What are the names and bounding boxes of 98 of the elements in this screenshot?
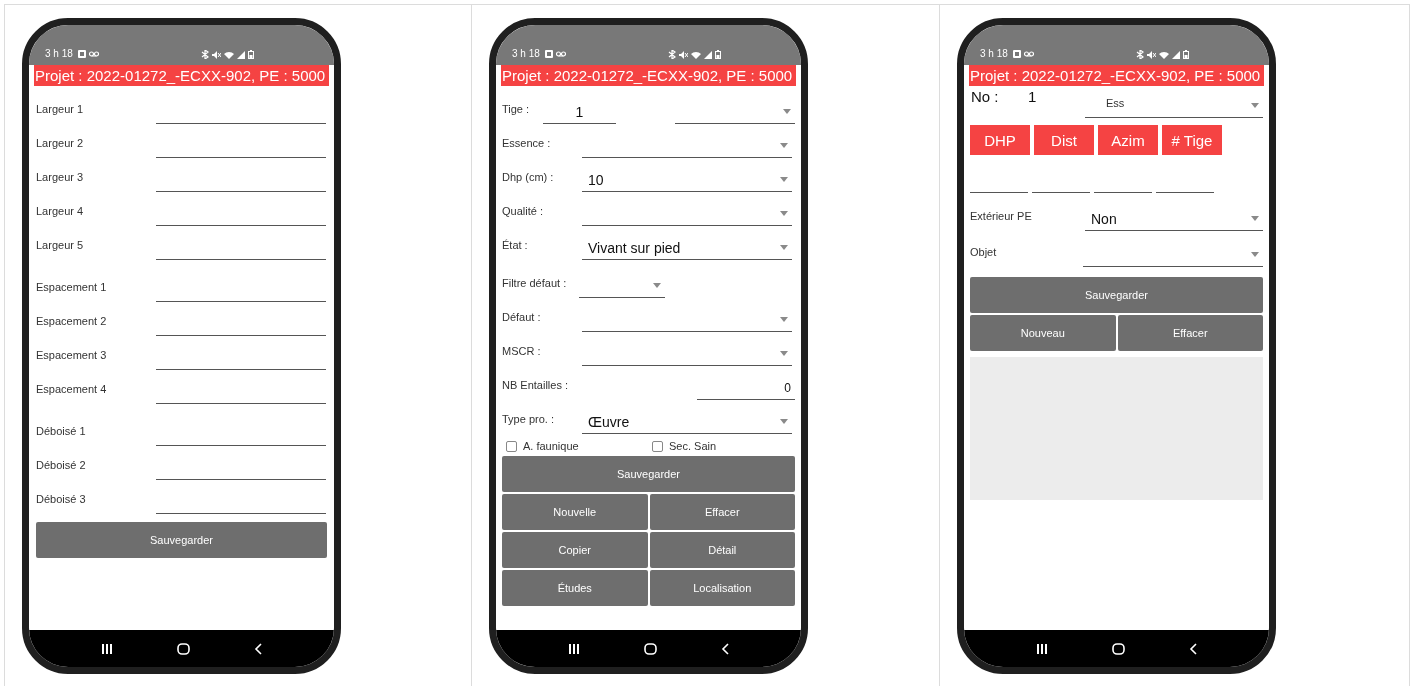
caret-icon — [780, 177, 788, 182]
field-label: Déboisé 2 — [36, 459, 87, 473]
measure-button[interactable]: Dist — [1034, 125, 1094, 155]
status-time: 3 h 18 — [980, 48, 1008, 59]
caret-icon — [653, 283, 661, 288]
field-label: Ess — [1106, 97, 1126, 109]
field-label: Type pro. : — [502, 413, 555, 427]
battery-icon — [248, 50, 254, 59]
caret-icon — [780, 351, 788, 356]
caret-icon — [780, 419, 788, 424]
image-icon — [77, 49, 86, 58]
caret-icon — [780, 211, 788, 216]
project-header: Projet : 2022-01272_-ECXX-902, PE : 5000 — [969, 65, 1264, 86]
dropdown-field[interactable]: 10 — [582, 168, 792, 192]
action-button[interactable]: Copier — [502, 532, 648, 568]
action-button[interactable]: Détail — [649, 532, 795, 568]
project-header: Projet : 2022-01272_-ECXX-902, PE : 5000 — [501, 65, 796, 86]
caret-icon — [783, 109, 791, 114]
image-icon — [1012, 49, 1021, 58]
number-value: 1 — [1028, 88, 1037, 105]
action-button[interactable]: Localisation — [649, 570, 795, 606]
action-button[interactable]: Sauvegarder — [970, 277, 1263, 313]
voicemail-icon — [555, 50, 566, 57]
recent-apps-icon[interactable] — [1036, 642, 1048, 655]
field-label: Objet — [970, 246, 998, 260]
checkbox[interactable]: A. faunique — [506, 440, 652, 452]
signal-icon — [1172, 50, 1180, 59]
measure-button[interactable]: # Tige — [1162, 125, 1222, 155]
caret-icon — [780, 317, 788, 322]
caret-icon — [1251, 103, 1259, 108]
action-button[interactable]: Sauvegarder — [502, 456, 795, 492]
input-field[interactable]: 1 — [543, 100, 616, 124]
dropdown-field[interactable]: Vivant sur pied — [582, 236, 792, 260]
field-label: Filtre défaut : — [502, 277, 568, 291]
field-label: État : — [502, 239, 529, 253]
field-label: Déboisé 1 — [36, 425, 87, 439]
action-button[interactable]: Nouvelle — [502, 494, 648, 530]
mute-icon — [1147, 50, 1156, 59]
field-label: MSCR : — [502, 345, 542, 359]
back-icon[interactable] — [254, 642, 262, 655]
wifi-icon — [1159, 50, 1169, 59]
field-label: Défaut : — [502, 311, 542, 325]
checkbox[interactable]: Sec. Sain — [652, 440, 795, 452]
action-button[interactable]: Effacer — [649, 494, 795, 530]
voicemail-icon — [1023, 50, 1034, 57]
measure-button[interactable]: DHP — [970, 125, 1030, 155]
status-time: 3 h 18 — [45, 48, 73, 59]
field-label: Espacement 3 — [36, 349, 108, 363]
field-label: Déboisé 3 — [36, 493, 87, 507]
field-label: Largeur 1 — [36, 103, 85, 117]
field-label: NB Entailles : — [502, 379, 569, 393]
home-icon[interactable] — [1112, 642, 1125, 655]
project-header: Projet : 2022-01272_-ECXX-902, PE : 5000 — [34, 65, 329, 86]
bluetooth-icon — [1136, 50, 1144, 59]
recent-apps-icon[interactable] — [568, 642, 580, 655]
field-label: Essence : — [502, 137, 552, 151]
voicemail-icon — [88, 50, 99, 57]
wifi-icon — [691, 50, 701, 59]
signal-icon — [237, 50, 245, 59]
caret-icon — [1251, 252, 1259, 257]
home-icon[interactable] — [177, 642, 190, 655]
action-button[interactable]: Effacer — [1117, 315, 1263, 351]
field-label: Largeur 2 — [36, 137, 85, 151]
battery-icon — [715, 50, 721, 59]
battery-icon — [1183, 50, 1189, 59]
bluetooth-icon — [201, 50, 209, 59]
wifi-icon — [224, 50, 234, 59]
back-icon[interactable] — [721, 642, 729, 655]
status-time: 3 h 18 — [512, 48, 540, 59]
mute-icon — [212, 50, 221, 59]
field-label: Largeur 5 — [36, 239, 85, 253]
field-label: Extérieur PE — [970, 210, 1033, 224]
caret-icon — [1251, 216, 1259, 221]
bluetooth-icon — [668, 50, 676, 59]
home-icon[interactable] — [644, 642, 657, 655]
recent-apps-icon[interactable] — [101, 642, 113, 655]
measure-button[interactable]: Azim — [1098, 125, 1158, 155]
field-label: Tige : — [502, 103, 531, 117]
number-label: No : — [971, 88, 999, 105]
field-label: Espacement 2 — [36, 315, 108, 329]
field-label: Espacement 1 — [36, 281, 108, 295]
field-label: Qualité : — [502, 205, 544, 219]
back-icon[interactable] — [1189, 642, 1197, 655]
input-field[interactable]: 0 — [697, 376, 795, 400]
field-label: Espacement 4 — [36, 383, 108, 397]
image-icon — [544, 49, 553, 58]
action-button[interactable]: Études — [502, 570, 648, 606]
action-button[interactable]: Sauvegarder — [36, 522, 327, 558]
field-label: Largeur 4 — [36, 205, 85, 219]
field-label: Largeur 3 — [36, 171, 85, 185]
field-label: Dhp (cm) : — [502, 171, 555, 185]
signal-icon — [704, 50, 712, 59]
action-button[interactable]: Nouveau — [970, 315, 1116, 351]
dropdown-field[interactable]: Œuvre — [582, 410, 792, 434]
caret-icon — [780, 143, 788, 148]
dropdown-field[interactable]: Non — [1085, 207, 1263, 231]
caret-icon — [780, 245, 788, 250]
mute-icon — [679, 50, 688, 59]
